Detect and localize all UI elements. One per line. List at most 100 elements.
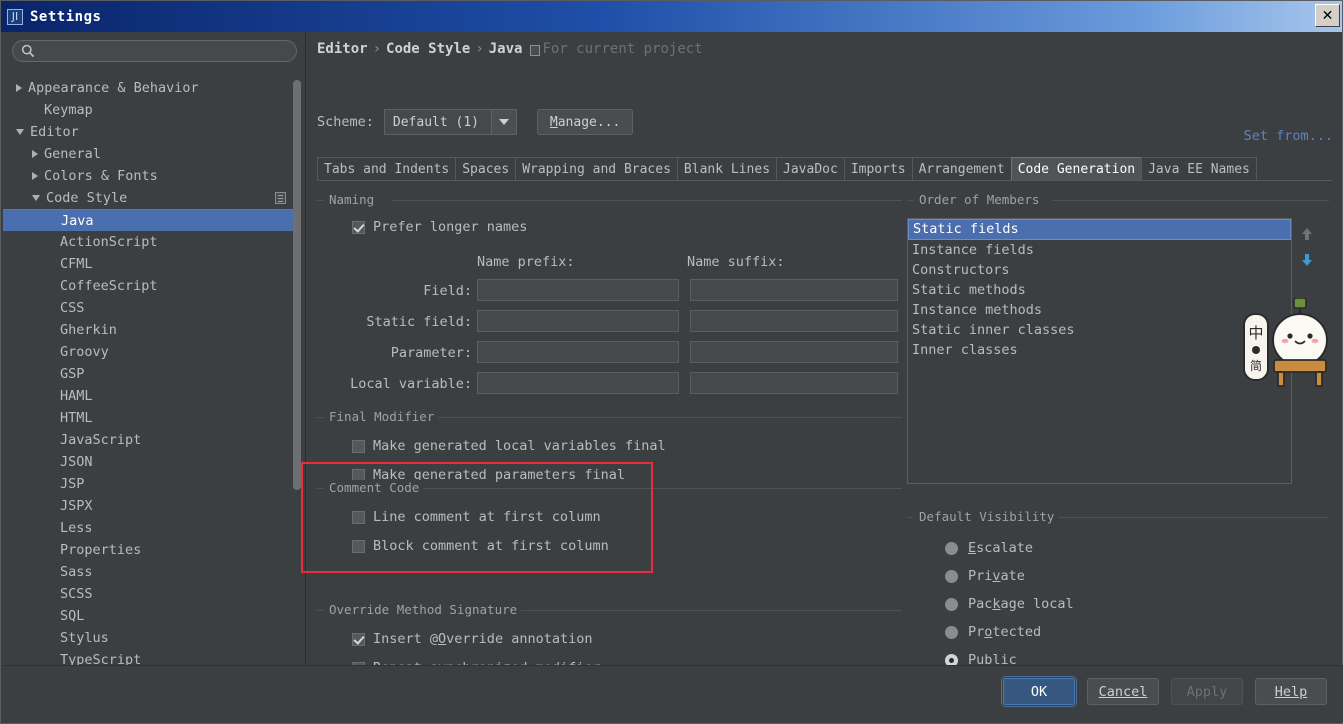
order-of-members-item[interactable]: Constructors [908, 260, 1291, 280]
order-of-members-item[interactable]: Inner classes [908, 340, 1291, 360]
name-prefix-column-header: Name prefix: [477, 254, 575, 270]
visibility-private-radio[interactable]: Private [945, 568, 1025, 584]
ok-button[interactable]: OK [1003, 678, 1075, 705]
prefer-longer-names-label: Prefer longer names [373, 219, 528, 235]
help-button[interactable]: Help [1255, 678, 1327, 705]
visibility-package-local-radio[interactable]: Package local [945, 596, 1074, 612]
sidebar-item-sass[interactable]: Sass [2, 561, 306, 583]
radio-icon [945, 597, 958, 611]
tab-blank-lines[interactable]: Blank Lines [676, 157, 778, 181]
breadcrumb-separator: › [475, 41, 484, 57]
sidebar-item-keymap[interactable]: Keymap [2, 99, 306, 121]
sidebar-item-actionscript[interactable]: ActionScript [2, 231, 306, 253]
comment-code-group: Comment Code Line comment at first colum… [317, 480, 902, 563]
sidebar-item-stylus[interactable]: Stylus [2, 627, 306, 649]
sidebar-item-jsp[interactable]: JSP [2, 473, 306, 495]
visibility-escalate-radio[interactable]: Escalate [945, 540, 1033, 556]
tab-code-generation[interactable]: Code Generation [1010, 157, 1143, 181]
sidebar-item-properties[interactable]: Properties [2, 539, 306, 561]
parameter-prefix-input[interactable] [477, 341, 679, 363]
sidebar-item-appearance-behavior[interactable]: Appearance & Behavior [2, 77, 306, 99]
sidebar-item-label: Sass [60, 564, 93, 580]
tab-javadoc[interactable]: JavaDoc [776, 157, 845, 181]
order-of-members-item[interactable]: Static fields [908, 219, 1291, 240]
sidebar-item-coffeescript[interactable]: CoffeeScript [2, 275, 306, 297]
group-border-left [317, 610, 324, 611]
sidebar-item-jspx[interactable]: JSPX [2, 495, 306, 517]
sidebar-scrollbar-thumb[interactable] [293, 80, 301, 490]
sidebar-item-groovy[interactable]: Groovy [2, 341, 306, 363]
block-comment-first-column-checkbox[interactable]: Block comment at first column [352, 538, 609, 554]
sidebar-item-java[interactable]: Java [3, 209, 294, 231]
order-of-members-item[interactable]: Static inner classes [908, 320, 1291, 340]
chevron-down-icon[interactable] [490, 110, 516, 134]
scheme-select[interactable]: Default (1) [383, 109, 517, 135]
sidebar-item-cfml[interactable]: CFML [2, 253, 306, 275]
sidebar-item-label: Editor [30, 124, 79, 140]
line-comment-first-column-checkbox[interactable]: Line comment at first column [352, 509, 601, 525]
sidebar-item-haml[interactable]: HAML [2, 385, 306, 407]
sidebar-item-label: SQL [60, 608, 85, 624]
sidebar-item-general[interactable]: General [2, 143, 306, 165]
sidebar-item-json[interactable]: JSON [2, 451, 306, 473]
sidebar-item-sql[interactable]: SQL [2, 605, 306, 627]
cancel-button[interactable]: Cancel [1087, 678, 1159, 705]
make-local-variables-final-checkbox[interactable]: Make generated local variables final [352, 438, 666, 454]
sidebar-item-scss[interactable]: SCSS [2, 583, 306, 605]
chevron-right-icon[interactable] [32, 172, 38, 180]
tab-spaces[interactable]: Spaces [455, 157, 517, 181]
local-variable-prefix-input[interactable] [477, 372, 679, 394]
apply-button[interactable]: Apply [1171, 678, 1243, 705]
set-from-link[interactable]: Set from... [1244, 128, 1333, 144]
arrow-up-icon[interactable] [1299, 226, 1315, 242]
tab-imports[interactable]: Imports [843, 157, 913, 181]
chevron-right-icon[interactable] [16, 84, 22, 92]
chevron-down-icon[interactable] [16, 129, 24, 135]
final-modifier-group-title: Final Modifier [325, 409, 439, 424]
order-of-members-item[interactable]: Instance fields [908, 240, 1291, 260]
sidebar-item-gsp[interactable]: GSP [2, 363, 306, 385]
order-of-members-item[interactable]: Instance methods [908, 300, 1291, 320]
project-scope-label: For current project [542, 41, 703, 57]
sidebar-item-css[interactable]: CSS [2, 297, 306, 319]
order-of-members-list[interactable]: Static fields Instance fields Constructors… [907, 218, 1292, 484]
insert-override-annotation-checkbox[interactable]: Insert @Override annotation [352, 631, 592, 647]
breadcrumb-item-editor[interactable]: Editor [317, 41, 368, 57]
local-variable-suffix-input[interactable] [690, 372, 898, 394]
copy-settings-icon[interactable] [275, 192, 286, 204]
static-field-prefix-input[interactable] [477, 310, 679, 332]
breadcrumb-item-java[interactable]: Java [489, 41, 523, 57]
sidebar-item-html[interactable]: HTML [2, 407, 306, 429]
chevron-down-icon[interactable] [32, 195, 40, 201]
sidebar-item-label: GSP [60, 366, 85, 382]
sidebar-item-typescript[interactable]: TypeScript [2, 649, 306, 666]
search-input[interactable] [12, 40, 297, 62]
settings-dialog: JI Settings ✕ Appearance & Behavior Keyma… [0, 0, 1343, 724]
order-of-members-item[interactable]: Static methods [908, 280, 1291, 300]
tab-java-ee-names[interactable]: Java EE Names [1141, 157, 1257, 181]
sidebar-item-less[interactable]: Less [2, 517, 306, 539]
tab-tabs-and-indents[interactable]: Tabs and Indents [317, 157, 457, 181]
sidebar-item-code-style[interactable]: Code Style [2, 187, 306, 209]
chevron-right-icon[interactable] [32, 150, 38, 158]
settings-tree: Appearance & Behavior Keymap Editor General… [2, 72, 306, 666]
static-field-suffix-input[interactable] [690, 310, 898, 332]
sidebar-item-editor[interactable]: Editor [2, 121, 306, 143]
field-suffix-input[interactable] [690, 279, 898, 301]
sidebar-item-colors-fonts[interactable]: Colors & Fonts [2, 165, 306, 187]
prefer-longer-names-checkbox[interactable]: Prefer longer names [352, 219, 527, 235]
sidebar-item-gherkin[interactable]: Gherkin [2, 319, 306, 341]
visibility-protected-radio[interactable]: Protected [945, 624, 1041, 640]
arrow-down-icon[interactable] [1299, 252, 1315, 268]
close-icon[interactable]: ✕ [1315, 4, 1340, 27]
tab-wrapping-and-braces[interactable]: Wrapping and Braces [515, 157, 678, 181]
sidebar-item-javascript[interactable]: JavaScript [2, 429, 306, 451]
cancel-button-label: Cancel [1098, 683, 1148, 700]
parameter-suffix-input[interactable] [690, 341, 898, 363]
tab-arrangement[interactable]: Arrangement [911, 157, 1012, 181]
field-prefix-input[interactable] [477, 279, 679, 301]
group-border-right [1052, 517, 1329, 518]
manage-button[interactable]: Manage... [536, 109, 634, 135]
breadcrumb-item-code-style[interactable]: Code Style [386, 41, 470, 57]
tab-label: Tabs and Indents [324, 162, 450, 177]
